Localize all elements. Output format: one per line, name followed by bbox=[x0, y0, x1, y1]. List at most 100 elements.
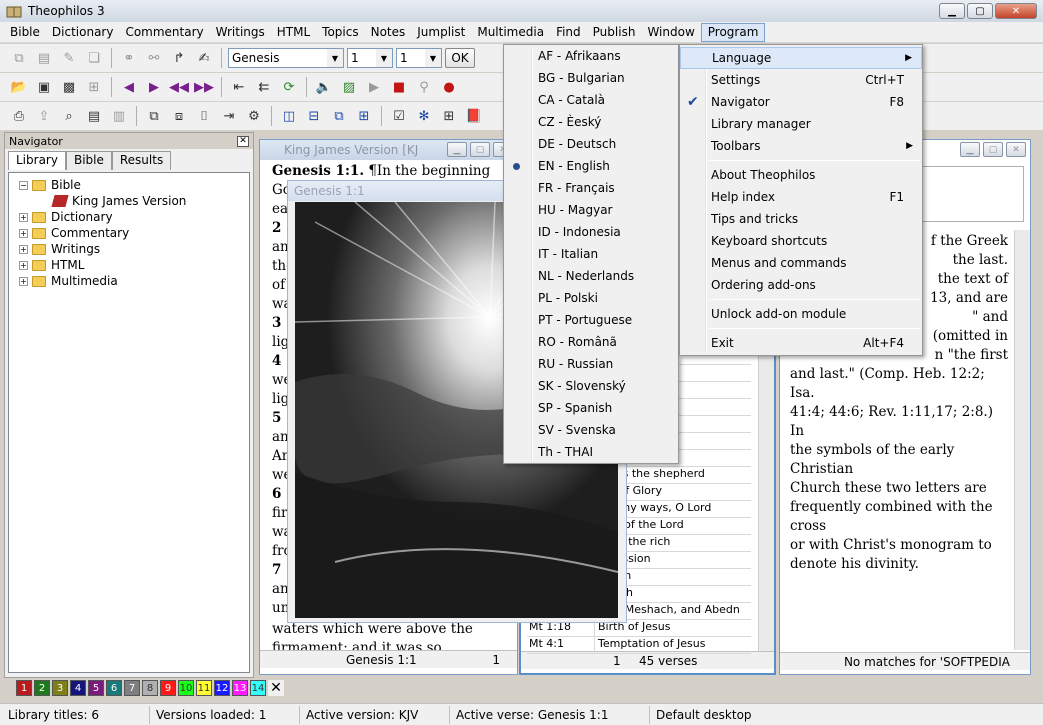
menu-item-ordering-add-ons[interactable]: Ordering add-ons bbox=[680, 274, 922, 296]
copy-icon[interactable]: ⧉ bbox=[8, 47, 30, 69]
highlight-color-swatch[interactable]: 7 bbox=[124, 680, 140, 696]
picture-icon[interactable]: ▨ bbox=[338, 76, 360, 98]
export-icon[interactable]: ⇪ bbox=[33, 105, 55, 127]
speaker-icon[interactable]: 🔈 bbox=[313, 76, 335, 98]
language-option[interactable]: SK - Slovenský bbox=[504, 375, 678, 397]
arrange-icon[interactable]: ⊞ bbox=[353, 105, 375, 127]
grid-icon[interactable]: ⊞ bbox=[438, 105, 460, 127]
highlight-color-swatch[interactable]: 2 bbox=[34, 680, 50, 696]
verse-select[interactable]: 1 ▼ bbox=[396, 48, 442, 68]
refresh-icon[interactable]: ⟳ bbox=[278, 76, 300, 98]
menu-item-library-manager[interactable]: Library manager bbox=[680, 113, 922, 135]
expand-icon[interactable]: + bbox=[19, 276, 28, 286]
menu-writings[interactable]: Writings bbox=[210, 23, 271, 42]
tree-item-commentary[interactable]: + Commentary bbox=[9, 225, 249, 241]
edit-icon[interactable]: ✎ bbox=[58, 47, 80, 69]
language-option[interactable]: SV - Svenska bbox=[504, 419, 678, 441]
duplicate-icon[interactable]: ❏ bbox=[83, 47, 105, 69]
document-edit-icon[interactable]: ▥ bbox=[108, 105, 130, 127]
snowflake-icon[interactable]: ✻ bbox=[413, 105, 435, 127]
back-page-icon[interactable]: ⇤ bbox=[228, 76, 250, 98]
highlight-color-swatch[interactable]: 11 bbox=[196, 680, 212, 696]
language-option[interactable]: AF - Afrikaans bbox=[504, 45, 678, 67]
expand-icon[interactable]: + bbox=[19, 212, 28, 222]
stop-icon[interactable]: ■ bbox=[388, 76, 410, 98]
paste-verse-icon[interactable]: ⧈ bbox=[168, 105, 190, 127]
menu-dictionary[interactable]: Dictionary bbox=[46, 23, 120, 42]
note-icon[interactable]: ✍ bbox=[193, 47, 215, 69]
menu-jumplist[interactable]: Jumplist bbox=[411, 23, 471, 42]
highlight-color-swatch[interactable]: 9 bbox=[160, 680, 176, 696]
menu-multimedia[interactable]: Multimedia bbox=[471, 23, 550, 42]
language-option[interactable]: NL - Nederlands bbox=[504, 265, 678, 287]
fast-forward-icon[interactable]: ▶▶ bbox=[193, 76, 215, 98]
language-option[interactable]: RU - Russian bbox=[504, 353, 678, 375]
tab-bible[interactable]: Bible bbox=[65, 151, 112, 170]
save-icon[interactable]: ▣ bbox=[33, 76, 55, 98]
wand-icon[interactable]: ⚲ bbox=[413, 76, 435, 98]
menu-item-exit[interactable]: Exit Alt+F4 bbox=[680, 332, 922, 354]
options-icon[interactable]: ☑ bbox=[388, 105, 410, 127]
language-option[interactable]: FR - Français bbox=[504, 177, 678, 199]
highlight-color-swatch[interactable]: 4 bbox=[70, 680, 86, 696]
language-option[interactable]: CZ - Èeský bbox=[504, 111, 678, 133]
restore-button[interactable]: ▢ bbox=[470, 142, 490, 157]
menu-item-menus-and-commands[interactable]: Menus and commands bbox=[680, 252, 922, 274]
send-icon[interactable]: ⇥ bbox=[218, 105, 240, 127]
language-option[interactable]: EN - English bbox=[504, 155, 678, 177]
language-option[interactable]: SP - Spanish bbox=[504, 397, 678, 419]
document-icon[interactable]: ▤ bbox=[83, 105, 105, 127]
close-icon[interactable]: ✕ bbox=[237, 135, 249, 147]
language-option[interactable]: Th - THAI bbox=[504, 441, 678, 463]
library-icon[interactable]: 📕 bbox=[463, 105, 485, 127]
expand-icon[interactable]: + bbox=[19, 260, 28, 270]
highlight-color-swatch[interactable]: 14 bbox=[250, 680, 266, 696]
language-option[interactable]: HU - Magyar bbox=[504, 199, 678, 221]
minimize-button[interactable]: ▁ bbox=[447, 142, 467, 157]
history-icon[interactable]: ⇇ bbox=[253, 76, 275, 98]
tab-results[interactable]: Results bbox=[111, 151, 172, 170]
expand-icon[interactable]: + bbox=[19, 228, 28, 238]
menu-bible[interactable]: Bible bbox=[4, 23, 46, 42]
tree-item-multimedia[interactable]: + Multimedia bbox=[9, 273, 249, 289]
copy-verse-icon[interactable]: ⧉ bbox=[143, 105, 165, 127]
restore-button[interactable]: ▢ bbox=[983, 142, 1003, 157]
previous-icon[interactable]: ◀ bbox=[118, 76, 140, 98]
highlight-color-swatch[interactable]: 5 bbox=[88, 680, 104, 696]
bookmark-icon[interactable]: ⌷ bbox=[193, 105, 215, 127]
tile-horizontal-icon[interactable]: ⊟ bbox=[303, 105, 325, 127]
language-option[interactable]: ID - Indonesia bbox=[504, 221, 678, 243]
play-icon[interactable]: ▶ bbox=[363, 76, 385, 98]
jump-icon[interactable]: ↱ bbox=[168, 47, 190, 69]
next-icon[interactable]: ▶ bbox=[143, 76, 165, 98]
table-row[interactable]: Mt 4:1 Temptation of Jesus bbox=[527, 637, 751, 654]
menu-item-navigator[interactable]: ✔ Navigator F8 bbox=[680, 91, 922, 113]
tree-item-bible[interactable]: − Bible bbox=[9, 177, 249, 193]
tile-vertical-icon[interactable]: ◫ bbox=[278, 105, 300, 127]
minimize-button[interactable]: ▁ bbox=[960, 142, 980, 157]
tab-library[interactable]: Library bbox=[8, 151, 66, 170]
language-option[interactable]: RO - Românã bbox=[504, 331, 678, 353]
settings-icon[interactable]: ⚙ bbox=[243, 105, 265, 127]
menu-item-settings[interactable]: Settings Ctrl+T bbox=[680, 69, 922, 91]
tree-item-html[interactable]: + HTML bbox=[9, 257, 249, 273]
expand-icon[interactable]: + bbox=[19, 244, 28, 254]
language-option[interactable]: IT - Italian bbox=[504, 243, 678, 265]
menu-publish[interactable]: Publish bbox=[587, 23, 642, 42]
minimize-button[interactable]: ▁ bbox=[939, 3, 965, 19]
add-icon[interactable]: ⊞ bbox=[83, 76, 105, 98]
save-all-icon[interactable]: ▩ bbox=[58, 76, 80, 98]
menu-topics[interactable]: Topics bbox=[316, 23, 364, 42]
language-option[interactable]: PT - Portuguese bbox=[504, 309, 678, 331]
menu-item-toolbars[interactable]: Toolbars ▶ bbox=[680, 135, 922, 157]
link-icon[interactable]: ⚭ bbox=[118, 47, 140, 69]
book-select[interactable]: Genesis ▼ bbox=[228, 48, 344, 68]
menu-window[interactable]: Window bbox=[641, 23, 700, 42]
record-icon[interactable]: ● bbox=[438, 76, 460, 98]
highlight-color-swatch[interactable]: 1 bbox=[16, 680, 32, 696]
close-button[interactable]: ✕ bbox=[995, 3, 1037, 19]
chapter-select[interactable]: 1 ▼ bbox=[347, 48, 393, 68]
highlight-color-swatch[interactable]: 12 bbox=[214, 680, 230, 696]
menu-item-about-theophilos[interactable]: About Theophilos bbox=[680, 164, 922, 186]
ok-button[interactable]: OK bbox=[445, 48, 475, 68]
